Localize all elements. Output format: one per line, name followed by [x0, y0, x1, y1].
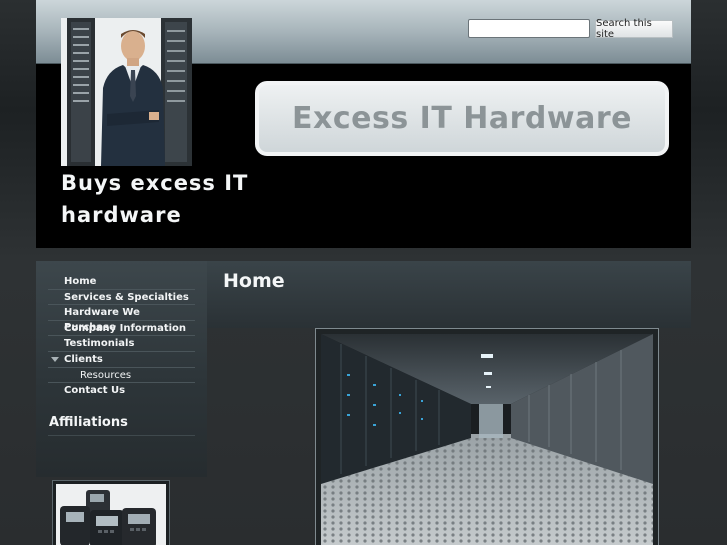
sidebar-nav: Home Services & Specialties Hardware We … [48, 274, 195, 399]
page-wrapper: Search this site Excess IT Hardware Buys… [36, 0, 691, 545]
nav-item-clients[interactable]: Clients [48, 352, 195, 368]
nav-item-hardware[interactable]: Hardware We Purchase [48, 305, 195, 333]
datacenter-illustration [321, 334, 653, 545]
tagline-line-2: hardware [61, 203, 182, 227]
affiliation-image-phones[interactable] [52, 480, 170, 545]
nav-item-company[interactable]: Company Information [48, 321, 195, 337]
site-header: Search this site Excess IT Hardware Buys… [36, 0, 691, 248]
nav-item-resources[interactable]: Resources [48, 368, 195, 384]
affiliations-divider [48, 435, 195, 436]
hero-image-datacenter [315, 328, 659, 545]
search-input[interactable] [468, 19, 590, 38]
site-tagline: Buys excess IT hardware [61, 167, 301, 231]
nav-item-clients-label: Clients [64, 353, 103, 365]
nav-item-contact[interactable]: Contact Us [48, 383, 195, 399]
nav-item-testimonials[interactable]: Testimonials [48, 336, 195, 352]
logo-banner[interactable]: Excess IT Hardware [255, 81, 669, 156]
page-title: Home [223, 270, 285, 292]
logo-text: Excess IT Hardware [292, 101, 632, 136]
header-photo-businessman [61, 18, 192, 166]
affiliations-heading: Affiliations [49, 415, 128, 430]
tagline-line-1: Buys excess IT [61, 171, 249, 195]
content-header: Home [207, 261, 691, 328]
sidebar: Home Services & Specialties Hardware We … [36, 261, 207, 477]
nav-item-home[interactable]: Home [48, 274, 195, 290]
triangle-down-icon[interactable] [51, 356, 59, 362]
search-button[interactable]: Search this site [595, 18, 673, 40]
nav-item-services[interactable]: Services & Specialties [48, 290, 195, 306]
